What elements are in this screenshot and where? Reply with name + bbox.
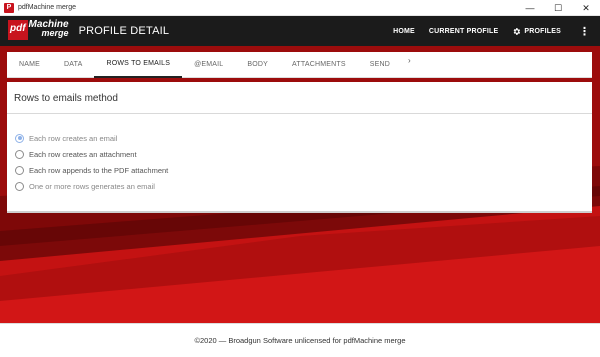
gear-icon <box>514 27 521 35</box>
radio-button[interactable] <box>15 149 24 159</box>
radio-button[interactable] <box>15 181 24 191</box>
nav-profiles-label: PROFILES <box>524 27 561 35</box>
card-title: Rows to emails method <box>14 93 118 104</box>
tab-send[interactable]: SEND <box>358 52 402 78</box>
logo-merge: merge <box>41 28 69 38</box>
page-title: PROFILE DETAIL <box>78 25 170 37</box>
minimize-icon[interactable]: — <box>516 0 544 16</box>
tab-email[interactable]: @EMAIL <box>182 52 235 78</box>
tab-attachments[interactable]: ATTACHMENTS <box>280 52 358 78</box>
more-menu-icon[interactable]: ⋮ <box>579 25 590 38</box>
radio-button[interactable] <box>15 133 24 143</box>
chevron-right-icon[interactable]: › <box>402 56 417 65</box>
radio-option-row-appends-pdf[interactable]: Each row appends to the PDF attachment <box>15 162 168 178</box>
top-nav: HOME CURRENT PROFILE PROFILES ⋮ <box>379 16 590 46</box>
tab-rows-to-emails[interactable]: ROWS TO EMAILS <box>94 52 183 78</box>
close-icon[interactable]: ✕ <box>572 0 600 16</box>
logo-pdf: pdf <box>8 20 28 40</box>
rows-to-emails-card: Rows to emails method Each row creates a… <box>7 82 592 213</box>
maximize-icon[interactable]: ☐ <box>544 0 572 16</box>
window-controls: — ☐ ✕ <box>516 0 600 16</box>
radio-label: Each row creates an email <box>29 133 118 143</box>
method-radio-group: Each row creates an email Each row creat… <box>15 130 168 194</box>
radio-label: One or more rows generates an email <box>29 181 155 191</box>
footer: ©2020 — Broadgun Software unlicensed for… <box>0 323 600 357</box>
tab-data[interactable]: DATA <box>52 52 94 78</box>
window-title: pdfMachine merge <box>18 4 76 11</box>
tab-body[interactable]: BODY <box>235 52 280 78</box>
radio-option-row-creates-attachment[interactable]: Each row creates an attachment <box>15 146 168 162</box>
app-icon: P <box>4 2 14 13</box>
profile-tabs: NAME DATA ROWS TO EMAILS @EMAIL BODY ATT… <box>7 52 592 78</box>
app-header: pdf Machine merge PROFILE DETAIL HOME CU… <box>0 16 600 46</box>
radio-option-row-creates-email[interactable]: Each row creates an email <box>15 130 168 146</box>
radio-label: Each row creates an attachment <box>29 149 137 159</box>
footer-text: ©2020 — Broadgun Software unlicensed for… <box>194 336 406 345</box>
window-titlebar: P pdfMachine merge — ☐ ✕ <box>0 0 600 16</box>
nav-current-profile-button[interactable]: CURRENT PROFILE <box>429 28 499 35</box>
radio-button[interactable] <box>15 165 24 175</box>
radio-label: Each row appends to the PDF attachment <box>29 165 169 175</box>
radio-option-rows-generate-email[interactable]: One or more rows generates an email <box>15 178 168 194</box>
card-divider <box>7 113 592 114</box>
tab-name[interactable]: NAME <box>7 52 52 78</box>
nav-profiles-button[interactable]: PROFILES <box>512 27 561 36</box>
pdfmachine-logo: pdf Machine merge <box>8 20 69 42</box>
nav-home-button[interactable]: HOME <box>393 28 415 35</box>
